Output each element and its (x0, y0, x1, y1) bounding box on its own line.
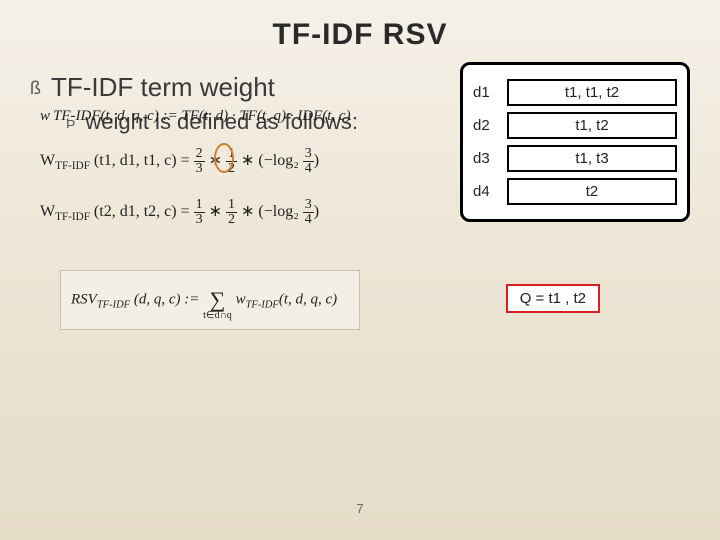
doc-label: d1 (473, 84, 507, 101)
w2-f1d: 3 (194, 213, 205, 227)
doc-label: d2 (473, 117, 507, 134)
rsv-rhsargs: (t, d, q, c) (279, 291, 337, 307)
documents-panel: d1 t1, t1, t2 d2 t1, t2 d3 t1, t3 d4 t2 (460, 62, 690, 222)
bullet-main-mark: ß (30, 78, 41, 99)
w2-lhs: W (40, 203, 55, 220)
rsv-lhs: RSV (71, 291, 97, 307)
doc-content: t1, t3 (507, 145, 677, 172)
doc-label: d3 (473, 150, 507, 167)
formula-w2: WTF-IDF (t2, d1, t2, c) = 13 ∗ 12 ∗ (−lo… (40, 203, 319, 220)
doc-content: t1, t2 (507, 112, 677, 139)
w2-log: (−log₂ (258, 203, 298, 220)
formula-w2-wrap: WTF-IDF (t2, d1, t2, c) = 13 ∗ 12 ∗ (−lo… (40, 198, 400, 227)
w2-f3n: 3 (303, 198, 314, 213)
rsv-args: (d, q, c) := (134, 291, 200, 307)
w2-args: (t2, d1, t2, c) = (94, 203, 190, 220)
w1-args: (t1, d1, t1, c) = (94, 152, 190, 169)
bullet-main-text: TF-IDF term weight (51, 72, 275, 103)
doc-label: d4 (473, 183, 507, 200)
w1-end: ) (314, 152, 319, 169)
formula-definition: w TF-IDF(t, d, q, c) := TF(t, d) · TF(t,… (40, 108, 400, 125)
doc-row: d1 t1, t1, t2 (473, 79, 677, 106)
w2-f2n: 1 (226, 198, 237, 213)
w1-f3n: 3 (303, 147, 314, 162)
w1-f3d: 4 (303, 162, 314, 176)
w1-sub: TF-IDF (55, 160, 90, 172)
slide-title: TF-IDF RSV (0, 0, 720, 52)
w1-f1d: 3 (194, 162, 205, 176)
w2-end: ) (314, 203, 319, 220)
w1-lhs: W (40, 152, 55, 169)
page-number: 7 (356, 501, 363, 516)
doc-content: t2 (507, 178, 677, 205)
rsv-rhssub: TF-IDF (246, 299, 279, 310)
rsv-formula: RSVTF-IDF (d, q, c) := ∑ t∈d∩q wTF-IDF(t… (60, 270, 360, 330)
w1-log: (−log₂ (258, 152, 298, 169)
doc-content: t1, t1, t2 (507, 79, 677, 106)
w1-f1n: 2 (194, 147, 205, 162)
w2-f3d: 4 (303, 213, 314, 227)
doc-row: d3 t1, t3 (473, 145, 677, 172)
rsv-sumbot: t∈d∩q (203, 311, 232, 321)
w2-sub: TF-IDF (55, 211, 90, 223)
formula-block: w TF-IDF(t, d, q, c) := TF(t, d) · TF(t,… (40, 108, 400, 227)
formula-w1: WTF-IDF (t1, d1, t1, c) = 23 ∗ 12 ∗ (−lo… (40, 152, 319, 169)
formula-w1-wrap: WTF-IDF (t1, d1, t1, c) = 23 ∗ 12 ∗ (−lo… (40, 147, 400, 176)
w2-f2d: 2 (226, 213, 237, 227)
query-box: Q = t1 , t2 (506, 284, 600, 313)
doc-row: d4 t2 (473, 178, 677, 205)
circle-highlight-icon (214, 143, 234, 173)
sum-icon: ∑ t∈d∩q (203, 279, 232, 321)
w2-f1n: 1 (194, 198, 205, 213)
rsv-sub: TF-IDF (97, 299, 130, 310)
doc-row: d2 t1, t2 (473, 112, 677, 139)
rsv-rhs: w (236, 291, 246, 307)
